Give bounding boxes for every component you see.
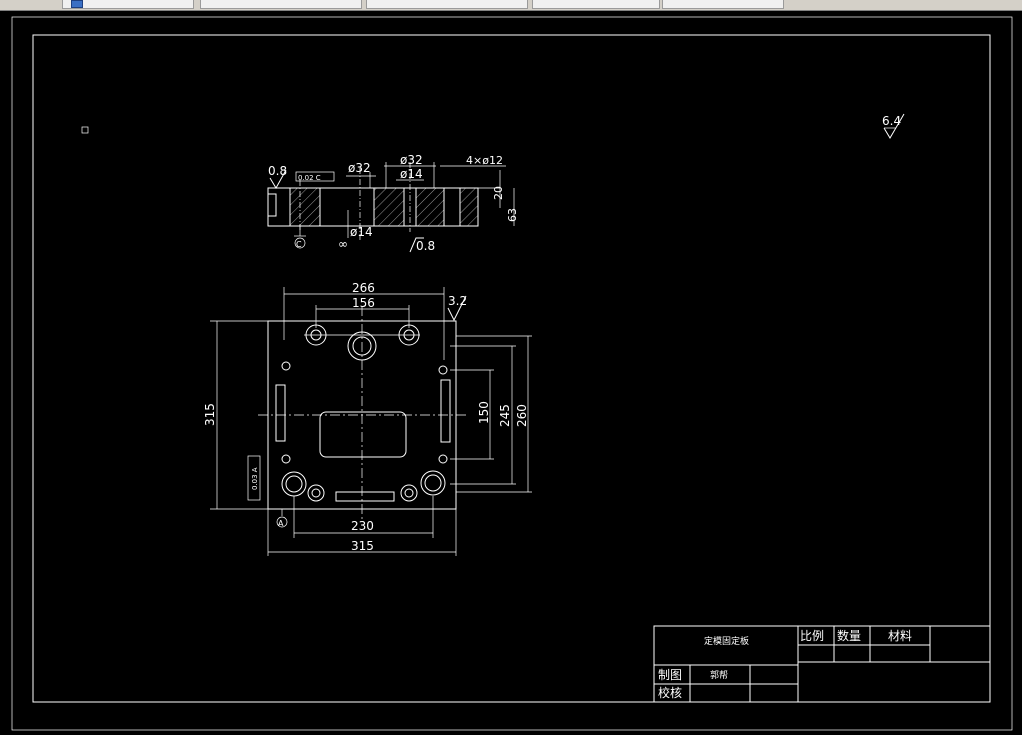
dim-156: 156 <box>352 296 375 310</box>
layout-tab-5[interactable] <box>662 0 784 9</box>
layout-tab-2[interactable] <box>200 0 362 9</box>
right-side-slot <box>440 379 451 443</box>
quantity-label: 数量 <box>837 628 861 643</box>
dim-315-bottom: 315 <box>351 539 374 553</box>
dim-230: 230 <box>351 519 374 533</box>
dim-150: 150 <box>477 401 491 424</box>
section-infinity-mark: ∞ <box>338 237 348 251</box>
bottom-slot <box>335 491 395 502</box>
screw-hole <box>438 454 448 464</box>
section-hatch-center-right <box>416 188 444 226</box>
dim-phi14-bottom: ø14 <box>350 225 373 239</box>
screw-hole <box>281 361 291 371</box>
dim-20: 20 <box>492 186 505 200</box>
layout-tab-1[interactable] <box>62 0 194 9</box>
layout-tab-3[interactable] <box>366 0 528 9</box>
parallel-tolerance-text: 0.03 A <box>251 467 259 490</box>
section-hatch-right <box>460 188 478 226</box>
material-label: 材料 <box>888 629 912 643</box>
section-hatch-center-left <box>374 188 404 226</box>
dim-266: 266 <box>352 281 375 295</box>
screw-hole <box>438 365 448 375</box>
datum-c-label: C <box>296 240 302 249</box>
part-name: 定模固定板 <box>704 635 749 647</box>
dim-phi32-right: ø32 <box>400 153 423 167</box>
plan-roughness-value: 3.2 <box>448 294 467 308</box>
general-roughness-symbol: 6.4 <box>882 113 905 139</box>
flatness-tolerance-text: 0.02 C <box>298 174 321 182</box>
plan-view: 266 156 3.2 315 150 245 260 230 315 0.03… <box>203 281 532 556</box>
dim-phi14: ø14 <box>400 167 423 181</box>
dim-315-left: 315 <box>203 403 217 426</box>
section-roughness-left: 0.8 <box>268 164 287 178</box>
title-block: 定模固定板 比例 数量 材料 制图 郭帮 校核 <box>653 625 991 703</box>
checked-label: 校核 <box>658 685 682 700</box>
cad-drawing-canvas[interactable]: 6.4 0.8 0.02 C ø32 ø32 ø14 4×ø12 20 63 ø… <box>0 10 1022 735</box>
section-hatch-left <box>290 188 320 226</box>
scale-label: 比例 <box>800 629 824 643</box>
section-roughness-bottom: 0.8 <box>416 239 435 253</box>
dim-245: 245 <box>498 404 512 427</box>
view-marker-square <box>81 126 89 134</box>
general-roughness-value: 6.4 <box>882 114 901 128</box>
layout-tab-4[interactable] <box>532 0 660 9</box>
section-view: 0.8 0.02 C ø32 ø32 ø14 4×ø12 20 63 ø14 ∞ <box>267 153 519 253</box>
left-side-slot <box>275 384 286 442</box>
drawing-file-icon <box>71 0 83 8</box>
drawing-frame-border <box>32 34 991 703</box>
drawn-by: 郭帮 <box>710 669 728 681</box>
dim-260: 260 <box>515 404 529 427</box>
screw-hole <box>281 454 291 464</box>
dim-4x-phi12: 4×ø12 <box>466 154 503 167</box>
dim-phi32-left: ø32 <box>348 161 371 175</box>
center-pocket <box>319 411 407 458</box>
dim-63: 63 <box>506 208 519 222</box>
datum-a-label: A <box>278 519 284 528</box>
drawn-label: 制图 <box>658 668 682 682</box>
